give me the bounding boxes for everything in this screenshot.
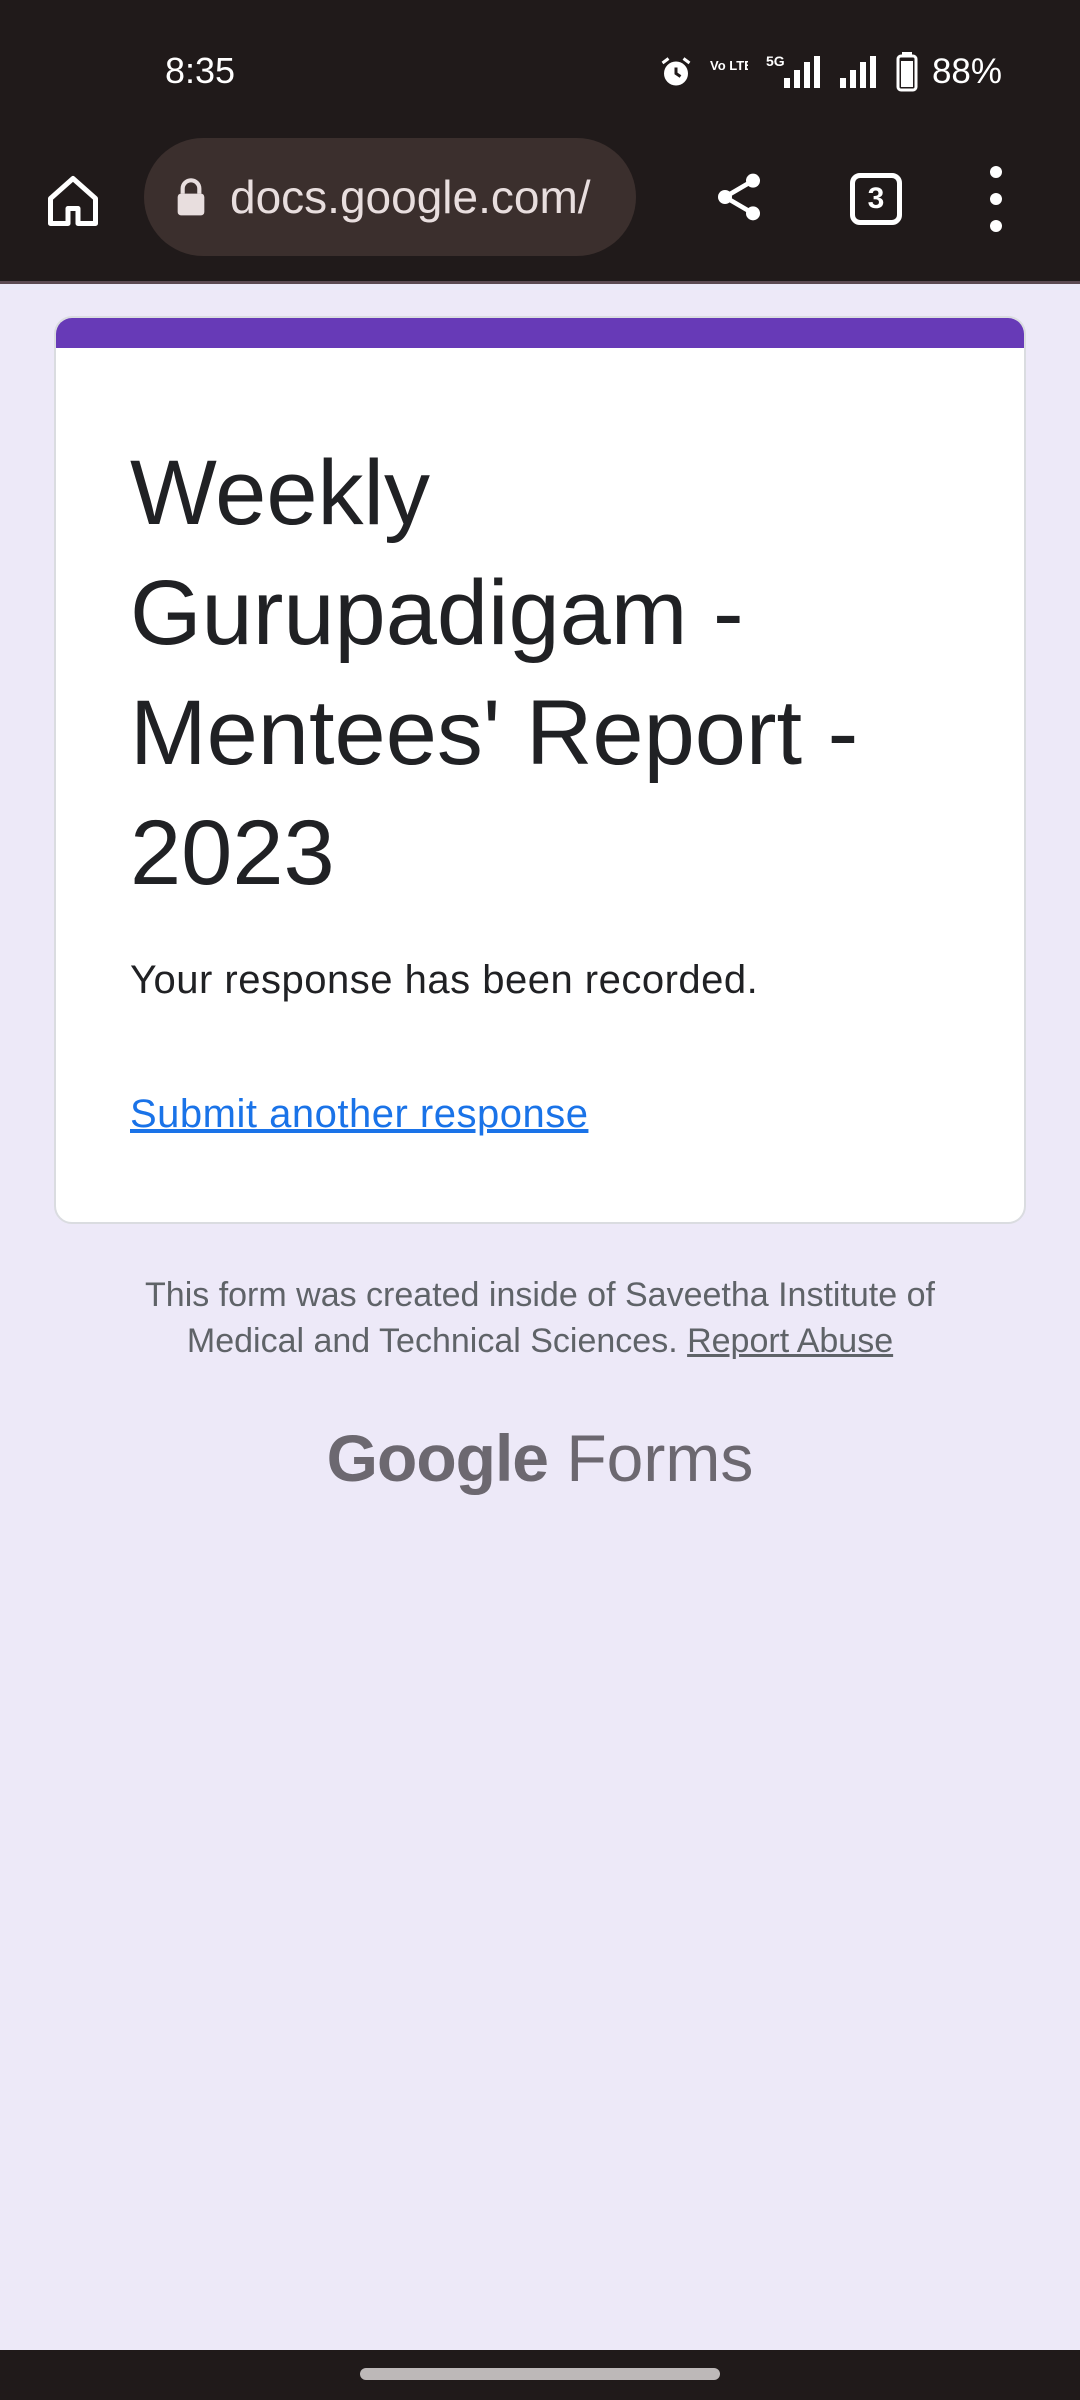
share-button[interactable] <box>706 162 772 232</box>
google-forms-logo[interactable]: Google Forms <box>0 1420 1080 1496</box>
confirmation-message: Your response has been recorded. <box>130 958 759 1002</box>
menu-dot-icon <box>990 166 1002 178</box>
browser-toolbar: docs.google.com/ 3 <box>0 138 1080 283</box>
battery-percent: 88% <box>931 52 1002 91</box>
network-label: 5G <box>766 53 785 69</box>
form-footer-note: This form was created inside of Saveetha… <box>100 1272 980 1364</box>
system-nav-bar <box>0 2350 1080 2400</box>
address-bar[interactable]: docs.google.com/ <box>144 138 636 256</box>
status-icons: Vo LTE2 5G 88% <box>658 50 1002 94</box>
toolbar-divider <box>0 281 1080 284</box>
status-time: 8:35 <box>165 50 236 91</box>
tab-count: 3 <box>867 182 885 215</box>
home-button[interactable] <box>38 166 108 236</box>
tab-switcher-button[interactable]: 3 <box>850 173 902 225</box>
lock-icon <box>177 178 205 216</box>
share-icon <box>718 173 760 221</box>
url-text: docs.google.com/ <box>230 171 591 223</box>
battery-icon <box>896 52 918 92</box>
menu-dot-icon <box>990 220 1002 232</box>
status-bar: 8:35 Vo LTE2 5G 88% <box>0 0 1080 138</box>
signal-icon <box>839 56 876 88</box>
gesture-handle[interactable] <box>360 2368 720 2380</box>
volte-icon: Vo LTE2 <box>710 58 748 73</box>
submit-another-response-link[interactable]: Submit another response <box>130 1092 588 1137</box>
card-accent-bar <box>56 318 1024 348</box>
form-confirmation-card: Weekly Gurupadigam - Mentees' Report - 2… <box>54 316 1026 1224</box>
menu-dot-icon <box>990 193 1002 205</box>
brand-forms-text: Forms <box>566 1421 754 1495</box>
report-abuse-link[interactable]: Report Abuse <box>687 1322 893 1360</box>
form-title: Weekly Gurupadigam - Mentees' Report - 2… <box>130 442 859 904</box>
home-icon <box>48 176 98 226</box>
overflow-menu-button[interactable] <box>980 166 1012 232</box>
alarm-icon <box>661 57 691 86</box>
signal-5g-icon: 5G <box>766 53 820 88</box>
brand-google-text: Google <box>326 1421 549 1495</box>
volte-label: Vo LTE2 <box>710 58 748 73</box>
